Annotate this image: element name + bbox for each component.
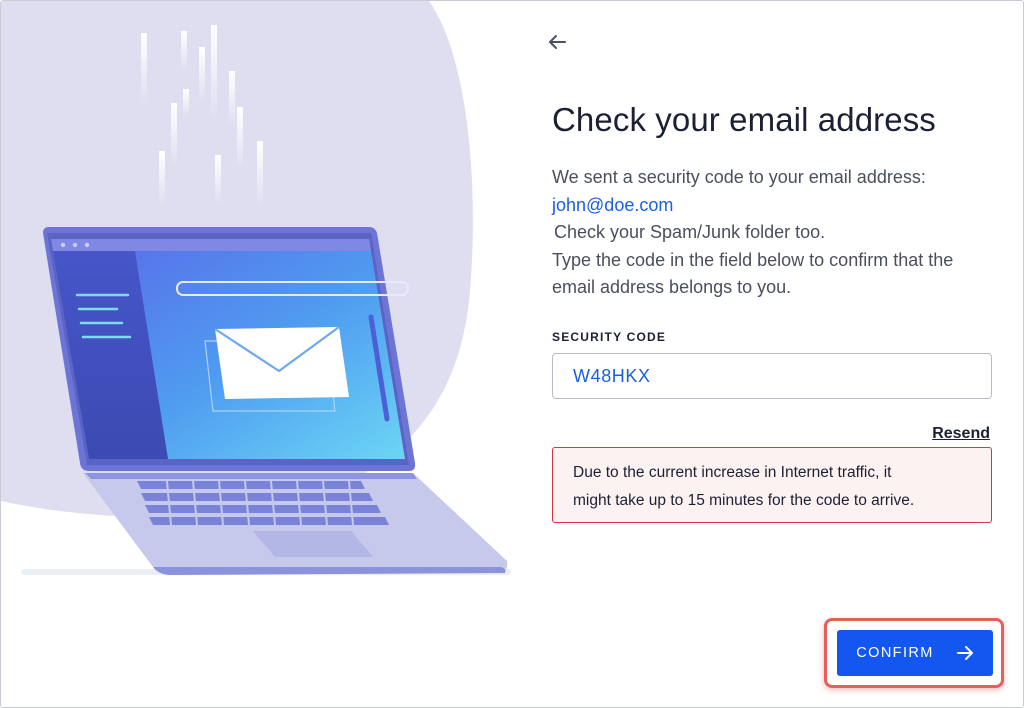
- arrow-left-icon: [549, 35, 566, 49]
- app-window: Check your email address We sent a secur…: [0, 0, 1024, 708]
- security-code-label: SECURITY CODE: [552, 330, 667, 344]
- laptop-email-illustration: [1, 1, 511, 575]
- traffic-notice: Due to the current increase in Internet …: [552, 447, 992, 523]
- instruction-line: Type the code in the field below to conf…: [552, 249, 954, 270]
- page-title: Check your email address: [552, 101, 936, 138]
- email-address: john@doe.com: [552, 194, 674, 215]
- notice-line: Due to the current increase in Internet …: [573, 464, 892, 481]
- instruction-line: We sent a security code to your email ad…: [552, 167, 926, 187]
- back-button[interactable]: [543, 31, 571, 53]
- instructions: We sent a security code to your email ad…: [552, 164, 1002, 302]
- security-code-input[interactable]: [552, 353, 992, 399]
- notice-line: might take up to 15 minutes for the code…: [573, 492, 915, 509]
- confirm-label: CONFIRM: [856, 645, 934, 661]
- arrow-right-icon: [956, 646, 973, 660]
- resend-link[interactable]: Resend: [932, 425, 990, 443]
- confirm-button[interactable]: CONFIRM: [837, 630, 993, 676]
- spam-hint: Check your Spam/Junk folder too.: [554, 222, 826, 242]
- instruction-line: email address belongs to you.: [552, 277, 792, 297]
